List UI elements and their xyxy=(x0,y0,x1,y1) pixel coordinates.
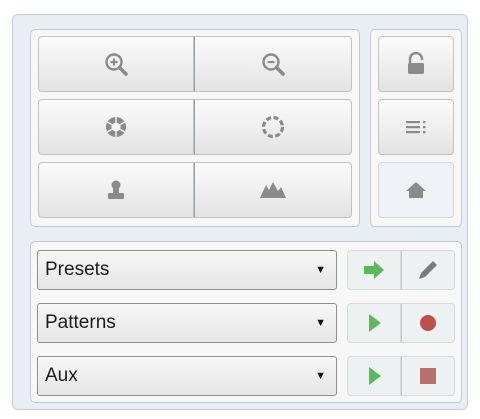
menu-list-icon xyxy=(406,121,426,134)
chevron-down-icon: ▼ xyxy=(315,317,326,329)
focus-far-button[interactable] xyxy=(194,162,352,218)
focus-near-icon xyxy=(108,180,124,199)
zoom-out-button[interactable] xyxy=(194,36,352,92)
play-pattern-button[interactable] xyxy=(347,303,401,343)
presets-dropdown-value: Presets xyxy=(45,259,110,280)
stop-aux-button[interactable] xyxy=(401,356,455,396)
chevron-down-icon: ▼ xyxy=(315,370,326,382)
chevron-down-icon: ▼ xyxy=(315,264,326,276)
home-button[interactable] xyxy=(378,162,454,218)
go-to-preset-button[interactable] xyxy=(347,250,401,290)
record-icon xyxy=(420,315,436,331)
view-control-group xyxy=(30,29,360,227)
aux-dropdown[interactable]: Aux ▼ xyxy=(37,356,337,396)
zoom-in-button[interactable] xyxy=(38,36,194,92)
focus-near-button[interactable] xyxy=(38,162,194,218)
menu-button[interactable] xyxy=(378,99,454,155)
play-icon xyxy=(369,367,381,385)
selector-group: Presets ▼ Patterns ▼ Aux ▼ xyxy=(30,241,462,403)
side-control-group xyxy=(370,29,462,227)
patterns-dropdown-value: Patterns xyxy=(45,312,116,333)
play-aux-button[interactable] xyxy=(347,356,401,396)
zoom-out-icon xyxy=(262,53,285,76)
ptz-control-panel: Presets ▼ Patterns ▼ Aux ▼ xyxy=(12,14,468,410)
home-icon xyxy=(406,182,426,198)
edit-preset-button[interactable] xyxy=(401,250,455,290)
iris-open-icon xyxy=(106,117,126,137)
play-icon xyxy=(369,314,381,332)
focus-far-icon xyxy=(260,182,286,198)
edit-pencil-icon xyxy=(419,261,437,279)
lock-icon xyxy=(408,52,424,74)
stop-icon xyxy=(420,368,436,384)
iris-open-button[interactable] xyxy=(38,99,194,155)
iris-close-icon xyxy=(261,115,285,139)
go-arrow-icon xyxy=(364,261,384,279)
presets-dropdown[interactable]: Presets ▼ xyxy=(37,250,337,290)
lock-button[interactable] xyxy=(378,36,454,92)
patterns-dropdown[interactable]: Patterns ▼ xyxy=(37,303,337,343)
record-pattern-button[interactable] xyxy=(401,303,455,343)
aux-dropdown-value: Aux xyxy=(45,365,78,386)
iris-close-button[interactable] xyxy=(194,99,352,155)
zoom-in-icon xyxy=(105,53,128,76)
